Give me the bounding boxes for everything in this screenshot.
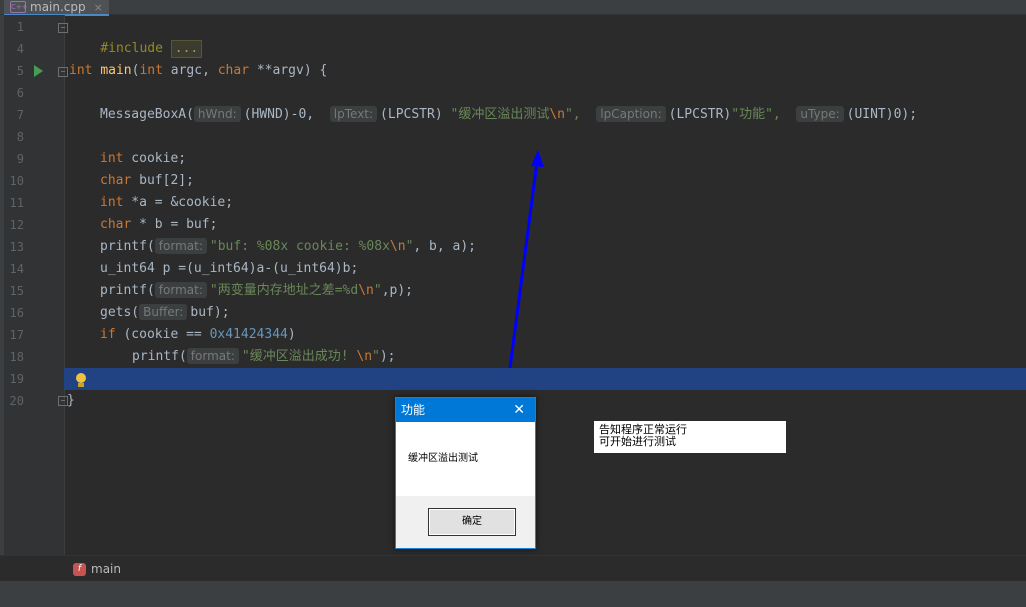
dialog-message: 缓冲区溢出测试 — [408, 453, 478, 464]
bottom-panel — [0, 581, 1026, 607]
annotation-note: 告知程序正常运行 可开始进行测试 — [594, 421, 786, 453]
breadcrumb-label[interactable]: main — [91, 562, 121, 576]
ok-button[interactable]: 确定 — [428, 508, 516, 536]
arrow-shaft — [508, 161, 539, 369]
close-icon[interactable]: ✕ — [513, 398, 525, 422]
arrow-head — [531, 150, 544, 167]
message-box-dialog: 功能 ✕ 缓冲区溢出测试 确定 — [395, 397, 536, 549]
dialog-title: 功能 — [401, 403, 426, 417]
breadcrumb-bar: f main — [0, 555, 1026, 582]
breadcrumb[interactable]: f main — [73, 562, 121, 576]
dialog-titlebar: 功能 ✕ — [396, 398, 535, 422]
note-line-2: 可开始进行测试 — [599, 435, 676, 448]
dialog-footer: 确定 — [396, 496, 535, 548]
function-icon: f — [73, 562, 86, 576]
